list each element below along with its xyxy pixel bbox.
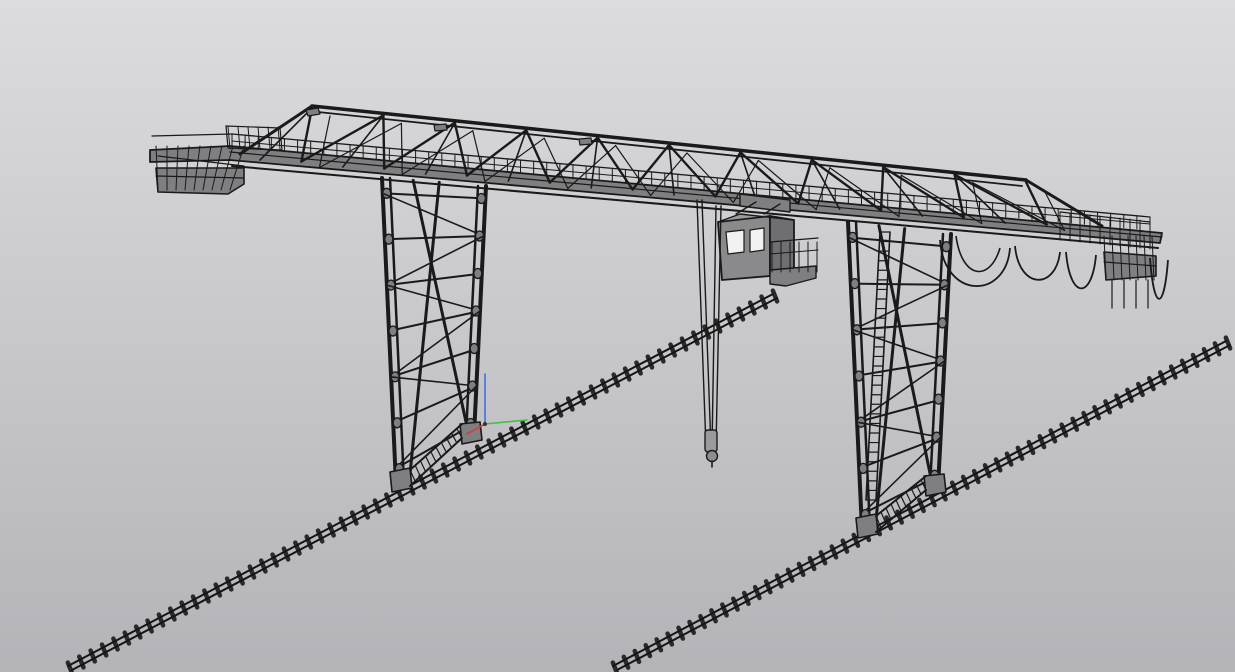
cable-loop [955, 235, 1001, 273]
leg-foot [923, 473, 947, 497]
leg-joint [858, 462, 868, 475]
sill-lattice [425, 455, 432, 468]
sill-lattice [910, 487, 917, 499]
leg-joint [937, 317, 948, 329]
cab-balcony [769, 265, 817, 287]
leg-lattice [390, 347, 480, 378]
sill-lattice [435, 446, 442, 458]
hook-block [704, 429, 718, 453]
girder-deck-edge [229, 151, 1163, 238]
main-girder-truss[interactable] [149, 104, 1163, 249]
leg-foot [459, 421, 483, 445]
access-ladder [865, 231, 891, 501]
truss-diagonal [797, 158, 813, 205]
cab-window [725, 229, 745, 255]
leg-diagonal [390, 376, 478, 387]
leg-joint [469, 342, 479, 355]
leg-foot [389, 467, 413, 493]
hoist-rope [701, 199, 712, 449]
sill-lattice [430, 451, 437, 463]
operator-cab[interactable] [717, 201, 819, 287]
cable-loop [1014, 245, 1061, 281]
platform-bar [247, 126, 251, 150]
cab-window [749, 227, 765, 253]
truss-diagonal [714, 151, 742, 198]
top-node-plate [433, 123, 448, 132]
right-rail-track [610, 335, 1233, 672]
3d-viewport[interactable] [0, 0, 1235, 672]
leg-joint [473, 267, 483, 280]
leg-foot [855, 513, 879, 539]
platform-rail [151, 133, 233, 137]
crane-model-scene[interactable] [0, 0, 1235, 672]
top-node-plate [305, 107, 321, 117]
platform-bar [237, 126, 241, 150]
leg-joint [941, 241, 951, 253]
left-crane-leg[interactable] [380, 176, 488, 493]
leg-joint [388, 325, 398, 337]
leg-lattice [849, 282, 950, 286]
sill-lattice [890, 503, 897, 516]
rail-bar [67, 293, 774, 667]
right-crane-leg[interactable] [846, 220, 953, 539]
leg-lattice [854, 360, 946, 377]
truss-diagonal [382, 114, 386, 170]
leg-joint [392, 417, 402, 429]
triad-origin [483, 422, 487, 426]
leg-joint [854, 370, 864, 382]
sill-lattice [414, 464, 421, 477]
hook [705, 449, 719, 463]
sill-lattice [440, 441, 447, 453]
leg-diagonal [386, 284, 481, 312]
truss-diagonal [465, 128, 528, 177]
leg-joint [384, 233, 394, 245]
rail-bar [71, 297, 778, 671]
sill-lattice [900, 495, 907, 508]
leg-diagonal [852, 328, 946, 362]
leg-joint [933, 393, 944, 405]
leg-lattice [381, 192, 487, 200]
leg-joint [476, 192, 487, 205]
sill-lattice [419, 460, 427, 473]
hoist-rope [696, 199, 707, 449]
top-node-plate [578, 137, 593, 146]
sill-lattice [895, 499, 902, 512]
rail-bar [612, 340, 1227, 667]
platform-floor [155, 167, 245, 195]
sill-lattice [905, 491, 912, 504]
cable-loop [1065, 251, 1097, 290]
leg-joint [850, 277, 860, 290]
sill-lattice [445, 437, 453, 449]
